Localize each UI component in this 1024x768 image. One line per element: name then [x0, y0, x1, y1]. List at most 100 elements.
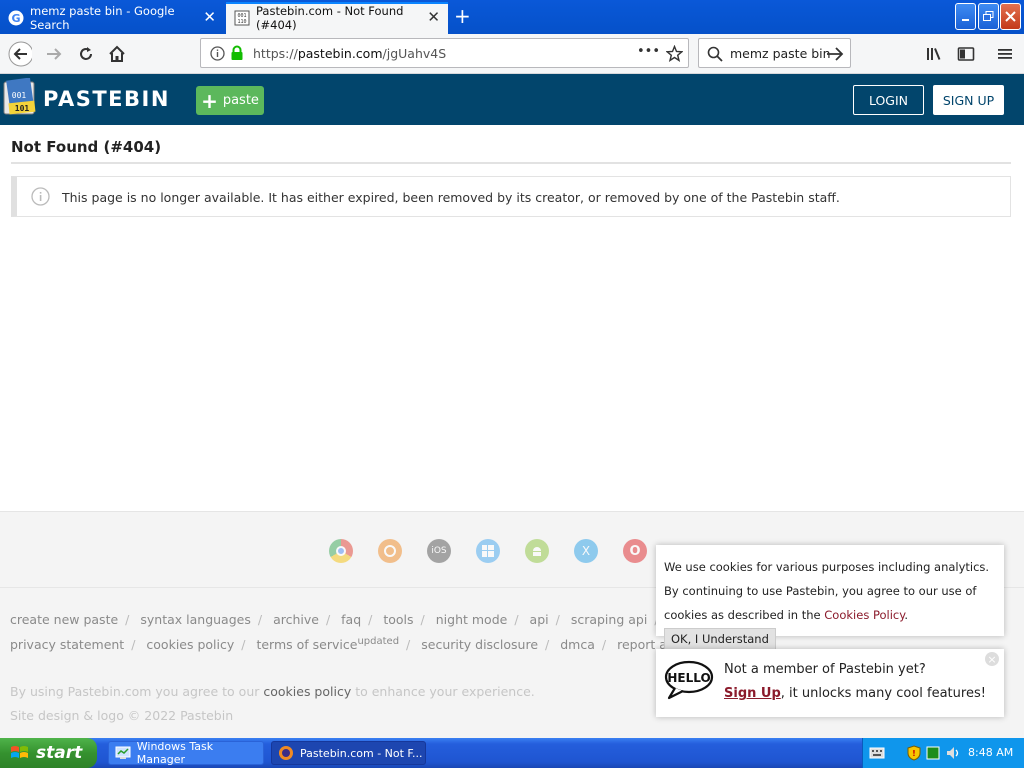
- keyboard-icon[interactable]: [869, 746, 885, 760]
- windows-icon[interactable]: [476, 539, 500, 563]
- opera-label: O: [629, 543, 641, 559]
- android-icon[interactable]: [525, 539, 549, 563]
- close-window-button[interactable]: [1000, 3, 1021, 30]
- footer-link-archive[interactable]: archive: [273, 612, 319, 627]
- library-icon: [927, 48, 941, 60]
- clock[interactable]: 8:48 AM: [968, 746, 1013, 759]
- cookie-consent-popup: We use cookies for various purposes incl…: [656, 545, 1004, 650]
- tab-pastebin[interactable]: 001 110 Pastebin.com - Not Found (#404) ✕: [226, 2, 448, 34]
- back-arrow-icon: [8, 41, 32, 67]
- footer-link-privacy-statement[interactable]: privacy statement: [10, 637, 124, 652]
- footer-link-terms-of-service[interactable]: terms of service: [256, 637, 357, 652]
- firefox-icon[interactable]: [378, 539, 402, 563]
- footer-link-security-disclosure[interactable]: security disclosure: [421, 637, 538, 652]
- footer-link-create-new-paste[interactable]: create new paste: [10, 612, 118, 627]
- reload-icon: [80, 47, 92, 60]
- restore-icon: [983, 11, 994, 21]
- search-value: memz paste bin: [730, 46, 831, 61]
- start-button[interactable]: start: [0, 738, 97, 768]
- bookmark-star-icon[interactable]: [666, 45, 683, 62]
- svg-text:110: 110: [237, 19, 246, 25]
- svg-text:G: G: [11, 12, 20, 25]
- tab-strip: G memz paste bin - Google Search ✕ 001 11…: [0, 0, 1024, 34]
- signup-link[interactable]: Sign Up: [724, 686, 781, 701]
- close-icon: [1005, 11, 1016, 22]
- forward-button[interactable]: [42, 42, 66, 66]
- taskbar-item-task-manager[interactable]: Windows Task Manager: [108, 740, 264, 766]
- notice-message: This page is no longer available. It has…: [62, 190, 840, 205]
- task-label: Windows Task Manager: [136, 740, 214, 766]
- security-shield-icon[interactable]: !: [907, 745, 921, 761]
- member-question: Not a member of Pastebin yet?: [724, 662, 926, 677]
- go-arrow-icon[interactable]: [826, 46, 844, 62]
- footer-cookies-policy-link[interactable]: cookies policy: [263, 684, 351, 699]
- footer-link-cookies-policy[interactable]: cookies policy: [146, 637, 234, 652]
- back-button[interactable]: [8, 41, 32, 67]
- footer-link-night-mode[interactable]: night mode: [436, 612, 508, 627]
- ios-icon[interactable]: iOS: [427, 539, 451, 563]
- pastebin-logo-icon[interactable]: 001 101: [3, 78, 39, 116]
- system-tray: ! 8:48 AM: [862, 738, 1024, 768]
- home-icon: [109, 45, 125, 62]
- app-icons-row: iOS X O: [329, 539, 647, 563]
- close-tab-icon[interactable]: ✕: [427, 10, 440, 25]
- signup-button[interactable]: SIGN UP: [933, 85, 1004, 115]
- cookie-notice-text: By using Pastebin.com you agree to our c…: [10, 684, 535, 699]
- task-label: Pastebin.com - Not F...: [300, 746, 423, 760]
- cookies-policy-link[interactable]: Cookies Policy: [824, 608, 904, 622]
- footer-link-api[interactable]: api: [530, 612, 549, 627]
- footer-link-tools[interactable]: tools: [383, 612, 413, 627]
- lock-icon: [231, 45, 243, 60]
- tab-google-search[interactable]: G memz paste bin - Google Search ✕: [0, 2, 224, 34]
- opera-icon[interactable]: O: [623, 539, 647, 563]
- footer-links-row-2: privacy statement / cookies policy / terms…: [10, 636, 766, 652]
- svg-text:101: 101: [15, 104, 30, 113]
- info-icon[interactable]: [210, 46, 225, 61]
- member-cta-rest: , it unlocks many cool features!: [780, 686, 986, 701]
- search-field[interactable]: memz paste bin: [698, 38, 851, 68]
- page-actions-menu[interactable]: •••: [637, 44, 660, 59]
- ios-label: iOS: [431, 546, 447, 556]
- login-button[interactable]: LOGIN: [853, 85, 924, 115]
- new-tab-button[interactable]: +: [454, 5, 471, 27]
- tab-label: Pastebin.com - Not Found (#404): [256, 4, 404, 32]
- member-cta: Sign Up, it unlocks many cool features!: [724, 686, 986, 701]
- page-title: Not Found (#404): [11, 138, 162, 156]
- library-button[interactable]: [922, 42, 946, 66]
- info-circle-icon: [31, 187, 50, 206]
- sidebar-toggle-button[interactable]: [954, 42, 978, 66]
- address-bar[interactable]: https://pastebin.com/jgUahv4S •••: [200, 38, 689, 68]
- footer-links-row-1: create new paste / syntax languages / arch…: [10, 612, 702, 627]
- close-tab-icon[interactable]: ✕: [203, 10, 216, 25]
- cookie-period: .: [904, 608, 909, 622]
- menu-button[interactable]: [993, 42, 1017, 66]
- new-paste-button[interactable]: + paste: [196, 86, 264, 115]
- svg-text:HELLO: HELLO: [667, 671, 710, 685]
- restore-window-button[interactable]: [978, 3, 999, 30]
- taskbar-item-firefox[interactable]: Pastebin.com - Not F...: [271, 741, 426, 765]
- chrome-icon[interactable]: [329, 539, 353, 563]
- paste-button-label: paste: [222, 93, 259, 108]
- x-icon[interactable]: X: [574, 539, 598, 563]
- footer-link-syntax-languages[interactable]: syntax languages: [140, 612, 250, 627]
- hamburger-menu-icon: [998, 49, 1012, 59]
- pastebin-logo-text[interactable]: PASTEBIN: [43, 87, 170, 111]
- home-button[interactable]: [105, 42, 129, 66]
- close-popup-icon[interactable]: ×: [985, 652, 999, 666]
- firefox-taskbar-icon: [279, 746, 293, 760]
- footer-link-scraping-api[interactable]: scraping api: [571, 612, 648, 627]
- plus-icon: +: [201, 88, 218, 113]
- start-label: start: [36, 743, 83, 763]
- hello-speech-bubble-icon: HELLO: [664, 660, 714, 700]
- footer-link-faq[interactable]: faq: [341, 612, 361, 627]
- volume-icon[interactable]: [945, 745, 961, 761]
- svg-text:!: !: [912, 749, 916, 758]
- android-robot-icon: [533, 547, 541, 556]
- svg-text:001: 001: [12, 91, 27, 100]
- minimize-window-button[interactable]: [955, 3, 976, 30]
- tab-label: memz paste bin - Google Search: [30, 4, 175, 32]
- footer-link-dmca[interactable]: dmca: [560, 637, 595, 652]
- reload-button[interactable]: [74, 42, 98, 66]
- cookie-accept-button[interactable]: OK, I Understand: [664, 628, 776, 650]
- network-icon[interactable]: [926, 746, 940, 760]
